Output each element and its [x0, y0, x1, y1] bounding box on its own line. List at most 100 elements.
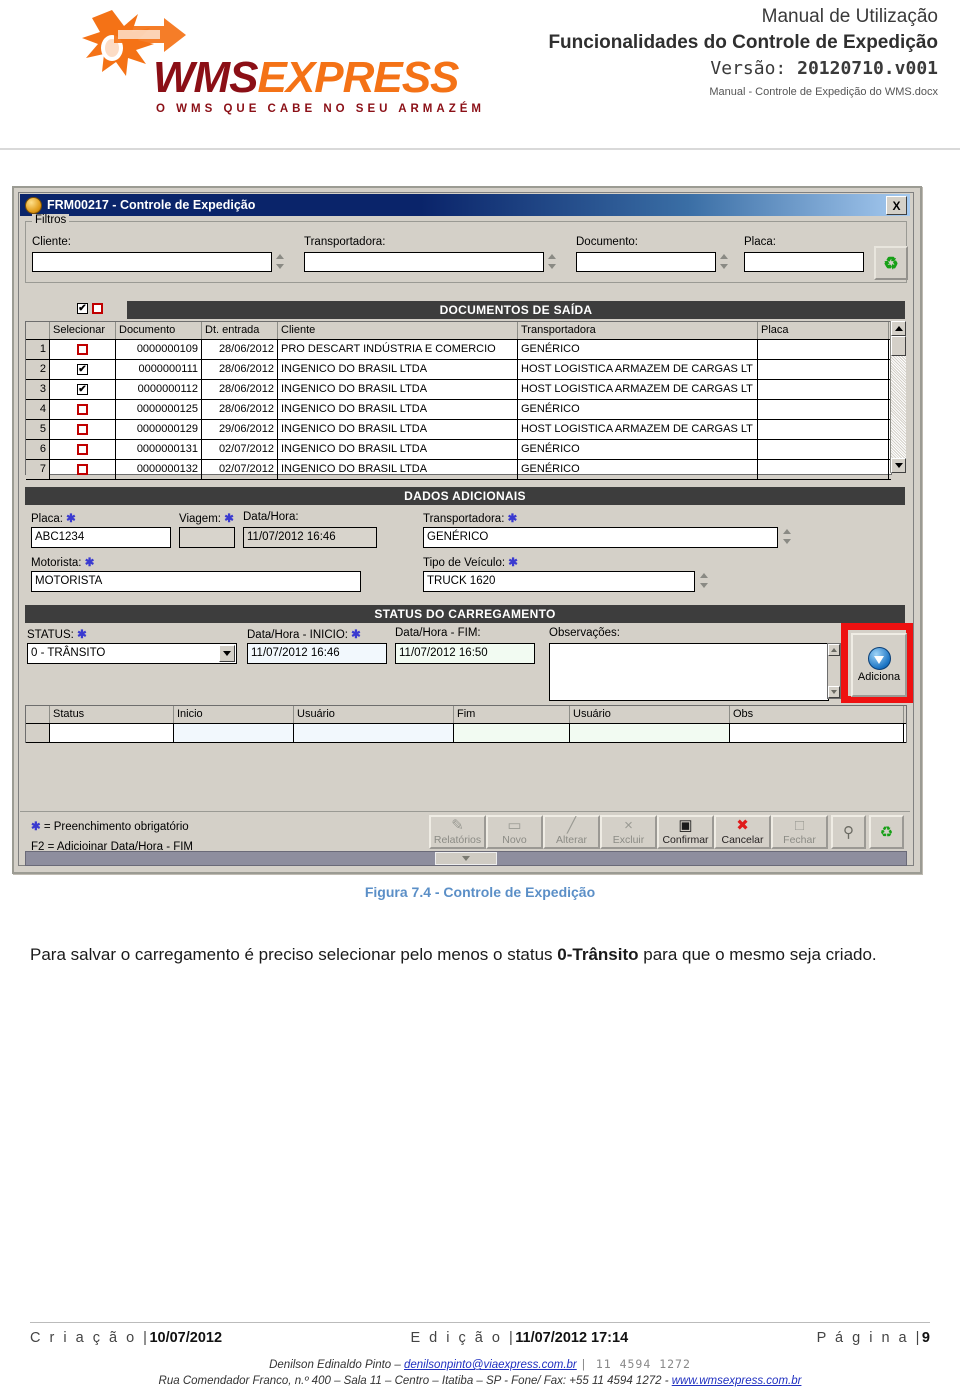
row-checkbox[interactable] — [77, 444, 88, 455]
observacoes-label: Observações: — [549, 627, 620, 639]
dados-adicionais-section-title: DADOS ADICIONAIS — [25, 487, 905, 505]
row-checkbox[interactable] — [77, 464, 88, 475]
table-row[interactable]: 7 0000000132 02/07/2012 INGENICO DO BRASIL … — [26, 460, 891, 480]
scol-status: Status — [50, 706, 174, 723]
transportadora-input[interactable]: GENÉRICO — [423, 527, 778, 548]
filtro-cliente-input[interactable] — [32, 252, 272, 272]
table-row[interactable]: 6 0000000131 02/07/2012 INGENICO DO BRASIL … — [26, 440, 891, 460]
scroll-up-icon[interactable] — [891, 321, 906, 336]
table-row[interactable]: 5 0000000129 29/06/2012 INGENICO DO BRASIL … — [26, 420, 891, 440]
close-icon[interactable]: X — [886, 196, 907, 215]
footer-site-link[interactable]: www.wmsexpress.com.br — [672, 1375, 802, 1387]
required-asterisk-icon: ✱ — [77, 629, 87, 641]
report-icon: ✎ — [451, 817, 464, 835]
filtro-documento-label: Documento: — [576, 236, 639, 248]
row-select-cell[interactable] — [50, 400, 116, 419]
documentos-section-title: DOCUMENTOS DE SAÍDA — [127, 301, 905, 319]
toolbar-button-label: Fechar — [783, 833, 816, 846]
row-checkbox[interactable]: ✔ — [77, 364, 88, 375]
deselect-all-checkbox[interactable] — [92, 303, 103, 314]
inicio-input[interactable]: 11/07/2012 16:46 — [247, 643, 387, 664]
manual-title: Manual de Utilização — [761, 6, 938, 27]
row-select-cell[interactable]: ✔ — [50, 360, 116, 379]
cell-cliente: INGENICO DO BRASIL LTDA — [278, 460, 518, 479]
obs-scroll-up-icon[interactable] — [828, 644, 840, 656]
viagem-input[interactable] — [179, 527, 235, 548]
placa-input[interactable]: ABC1234 — [31, 527, 171, 548]
horizontal-scroll-thumb[interactable] — [435, 852, 497, 865]
row-checkbox[interactable] — [77, 424, 88, 435]
toolbar-button-label: Cancelar — [721, 833, 764, 846]
required-asterisk-icon: ✱ — [507, 513, 518, 525]
cell-transportadora: HOST LOGISTICA ARMAZEM DE CARGAS LT — [518, 380, 758, 399]
cell-placa — [758, 340, 889, 359]
col-documento: Documento — [116, 322, 202, 339]
filtro-transportadora-input[interactable] — [304, 252, 544, 272]
filtro-placa-input[interactable] — [744, 252, 864, 272]
row-checkbox[interactable] — [77, 404, 88, 415]
table-row[interactable]: 1 0000000109 28/06/2012 PRO DESCART INDÚSTR… — [26, 340, 891, 360]
tipo-veiculo-input[interactable]: TRUCK 1620 — [423, 571, 695, 592]
scol-inicio: Inicio — [174, 706, 294, 723]
recycle-icon: ♻ — [879, 823, 894, 841]
documentos-scrollbar[interactable] — [890, 321, 906, 473]
cell-placa — [758, 360, 889, 379]
row-select-cell[interactable] — [50, 420, 116, 439]
tools-button[interactable]: ⚲ — [831, 815, 866, 849]
cell-cliente: INGENICO DO BRASIL LTDA — [278, 400, 518, 419]
row-checkbox[interactable] — [77, 344, 88, 355]
toolbar-cancelar-button[interactable]: ✖ Cancelar — [714, 815, 771, 849]
obs-scroll-down-icon[interactable] — [828, 686, 840, 698]
chevron-down-icon[interactable] — [219, 645, 235, 662]
status-grid-row[interactable] — [26, 724, 906, 743]
toolbar-button-label: Excluir — [612, 833, 645, 846]
transportadora-spinner[interactable] — [781, 526, 794, 548]
documentos-scroll-thumb[interactable] — [891, 336, 906, 356]
row-number: 1 — [26, 340, 50, 359]
toolbar-confirmar-button[interactable]: ▣ Confirmar — [657, 815, 714, 849]
datahora-input[interactable]: 11/07/2012 16:46 — [243, 527, 377, 548]
table-row[interactable]: 4 0000000125 28/06/2012 INGENICO DO BRASIL … — [26, 400, 891, 420]
tipo-veiculo-spinner[interactable] — [698, 570, 711, 592]
header-divider — [0, 148, 960, 150]
cell-cliente: PRO DESCART INDÚSTRIA E COMERCIO — [278, 340, 518, 359]
window-title: FRM00217 - Controle de Expedição — [47, 198, 256, 212]
cell-transportadora: HOST LOGISTICA ARMAZEM DE CARGAS LT — [518, 360, 758, 379]
motorista-input[interactable]: MOTORISTA — [31, 571, 361, 592]
cell-transportadora: GENÉRICO — [518, 400, 758, 419]
row-number: 7 — [26, 460, 50, 479]
refresh-button-bottom[interactable]: ♻ — [869, 815, 904, 849]
row-select-cell[interactable]: ✔ — [50, 380, 116, 399]
body-part-2: para que o mesmo seja criado. — [638, 945, 877, 964]
observacoes-textarea[interactable] — [549, 643, 829, 701]
row-checkbox[interactable]: ✔ — [77, 384, 88, 395]
close-window-icon: □ — [794, 817, 805, 835]
footer-meta-row: C r i a ç ã o |10/07/2012 E d i ç ã o |1… — [30, 1330, 930, 1346]
required-asterisk-icon: ✱ — [84, 557, 95, 569]
table-row[interactable]: 2 ✔ 0000000111 28/06/2012 INGENICO DO BRASIL… — [26, 360, 891, 380]
legend-required: ✱✱ = Preenchimento obrigatório = Preench… — [31, 819, 189, 833]
toolbar-fechar-button: □ Fechar — [771, 815, 828, 849]
filtros-refresh-button[interactable]: ♻ — [874, 246, 908, 280]
window-horizontal-scrollbar[interactable] — [25, 851, 907, 866]
scroll-down-icon[interactable] — [891, 458, 906, 473]
observacoes-scrollbar[interactable] — [827, 643, 841, 699]
filtro-documento-spinner[interactable] — [718, 251, 731, 273]
row-select-cell[interactable] — [50, 460, 116, 479]
scol-fim: Fim — [454, 706, 570, 723]
documentos-grid[interactable]: Selecionar Documento Dt. entrada Cliente… — [25, 321, 892, 480]
row-select-cell[interactable] — [50, 440, 116, 459]
select-all-checkbox[interactable]: ✔ — [77, 303, 88, 314]
status-grid[interactable]: Status Inicio Usuário Fim Usuário Obs — [25, 705, 907, 743]
download-arrow-icon — [867, 647, 891, 670]
row-select-cell[interactable] — [50, 340, 116, 359]
fim-input[interactable]: 11/07/2012 16:50 — [395, 643, 535, 664]
filtro-cliente-spinner[interactable] — [274, 251, 287, 273]
filtro-documento-input[interactable] — [576, 252, 716, 272]
adiciona-button[interactable]: Adiciona — [851, 633, 907, 697]
toolbar-button-label: Relatórios — [433, 833, 482, 846]
status-select[interactable]: 0 - TRÂNSITO — [27, 643, 237, 664]
footer-email-link[interactable]: denilsonpinto@viaexpress.com.br — [404, 1359, 577, 1371]
filtro-transportadora-spinner[interactable] — [546, 251, 559, 273]
table-row[interactable]: 3 ✔ 0000000112 28/06/2012 INGENICO DO BRASIL… — [26, 380, 891, 400]
